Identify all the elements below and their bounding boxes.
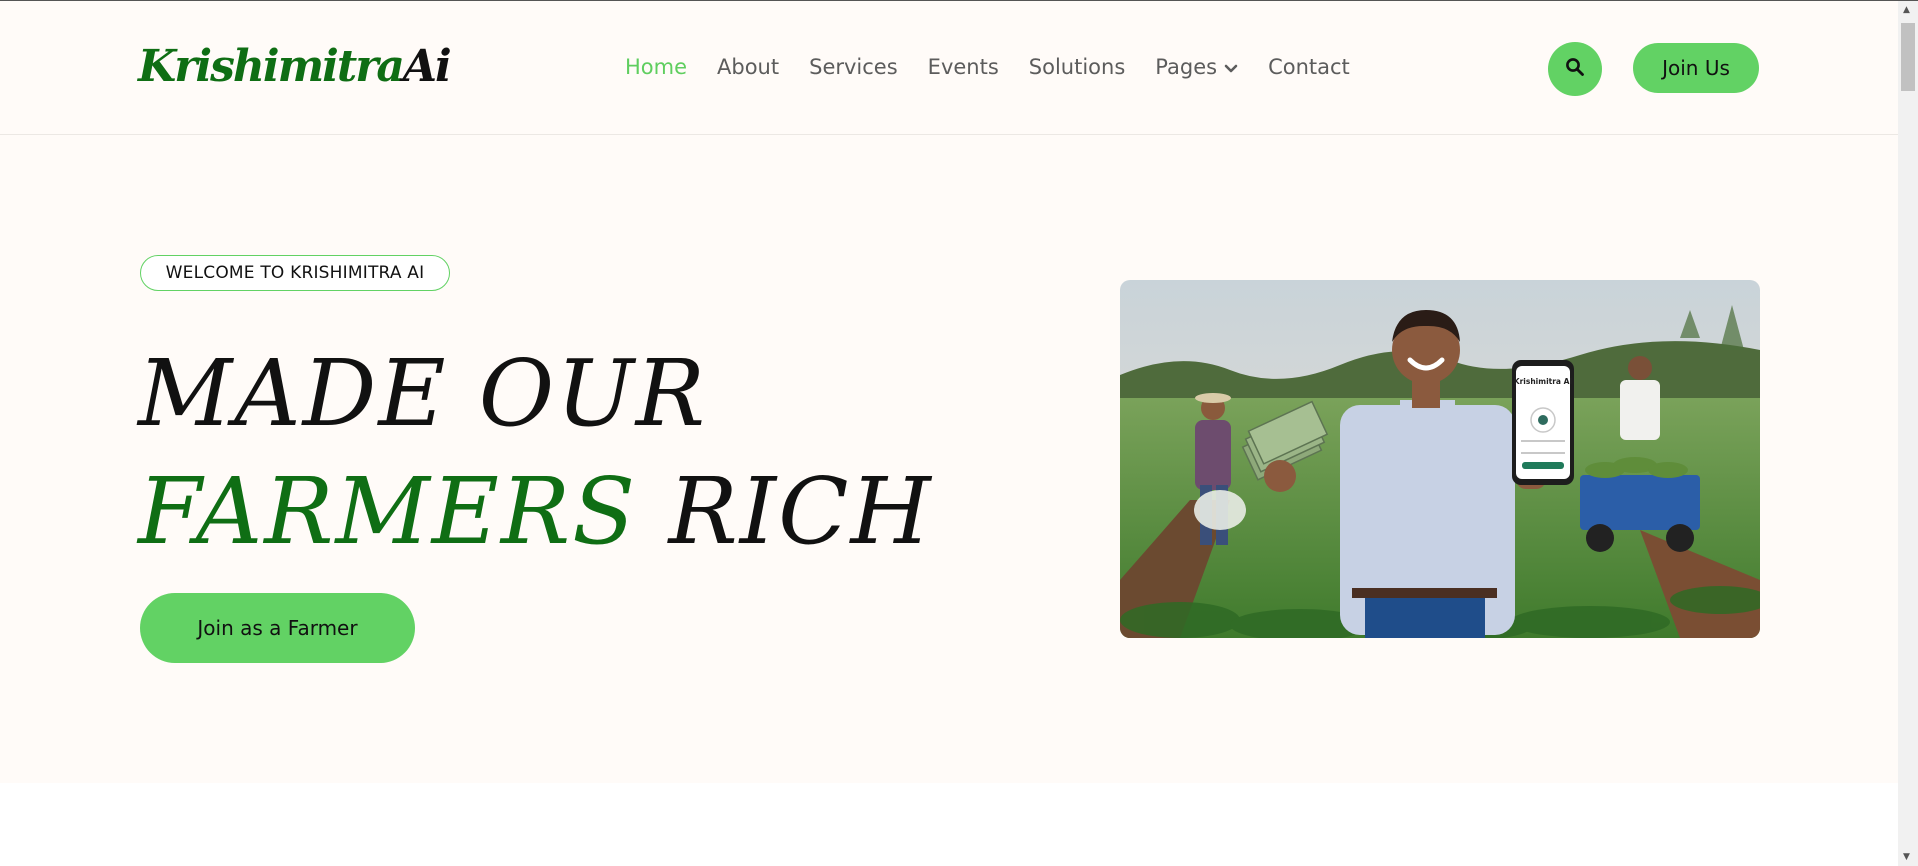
welcome-badge: WELCOME TO KRISHIMITRA AI bbox=[140, 255, 450, 291]
hero-farmer-photo: Krishimitra AI bbox=[1120, 280, 1760, 638]
headline-highlight: FARMERS bbox=[138, 458, 638, 565]
nav-events[interactable]: Events bbox=[928, 55, 999, 79]
hero-headline: MADE OUR FARMERS RICH bbox=[138, 335, 1038, 571]
nav-pages-label: Pages bbox=[1155, 55, 1218, 79]
scroll-up-arrow-icon[interactable]: ▲ bbox=[1903, 5, 1910, 15]
page-scrollbar[interactable]: ▲ ▼ bbox=[1898, 1, 1918, 866]
join-us-button[interactable]: Join Us bbox=[1633, 43, 1759, 93]
headline-line-2-rest: RICH bbox=[668, 458, 933, 565]
search-icon bbox=[1565, 57, 1585, 81]
nav-contact[interactable]: Contact bbox=[1268, 55, 1350, 79]
nav-home[interactable]: Home bbox=[625, 55, 687, 79]
scrollbar-thumb[interactable] bbox=[1901, 23, 1915, 91]
headline-line-1: MADE OUR bbox=[138, 340, 708, 447]
site-header: KrishimitraAi Home About Services Events… bbox=[0, 1, 1898, 135]
scroll-down-arrow-icon[interactable]: ▼ bbox=[1903, 852, 1910, 862]
nav-services[interactable]: Services bbox=[809, 55, 898, 79]
nav-pages[interactable]: Pages bbox=[1155, 55, 1238, 79]
join-as-farmer-button[interactable]: Join as a Farmer bbox=[140, 593, 415, 663]
nav-about[interactable]: About bbox=[717, 55, 779, 79]
search-button[interactable] bbox=[1548, 42, 1602, 96]
phone-app-name: Krishimitra AI bbox=[1514, 377, 1573, 386]
chevron-down-icon bbox=[1224, 55, 1238, 79]
nav-solutions[interactable]: Solutions bbox=[1029, 55, 1126, 79]
main-nav: Home About Services Events Solutions Pag… bbox=[625, 51, 1380, 83]
site-logo[interactable]: KrishimitraAi bbox=[138, 37, 452, 97]
hero-section: WELCOME TO KRISHIMITRA AI MADE OUR FARME… bbox=[0, 135, 1898, 783]
